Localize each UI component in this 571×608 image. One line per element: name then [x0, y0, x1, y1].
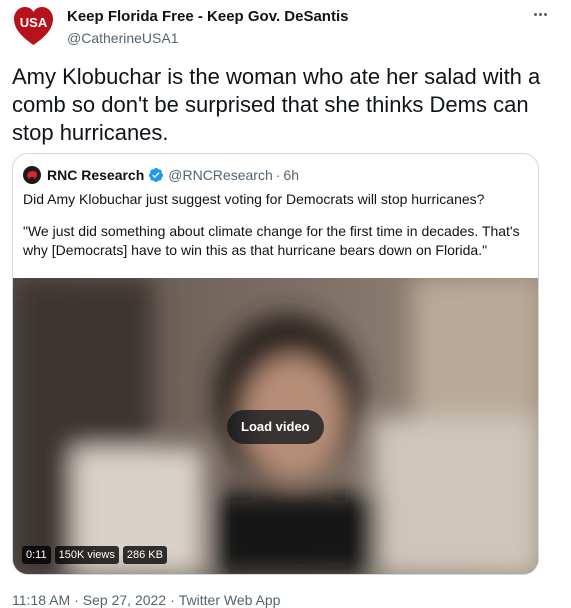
tweet-source: Twitter Web App	[178, 592, 281, 608]
video-badges: 0:11 150K views 286 KB	[22, 546, 167, 564]
meta-separator: ·	[170, 592, 175, 608]
quoted-text-line2: "We just did something about climate cha…	[23, 223, 520, 258]
tweet-text: Amy Klobuchar is the woman who ate her s…	[12, 64, 541, 145]
more-dot	[543, 12, 547, 16]
more-options-button[interactable]	[527, 4, 553, 24]
video-player[interactable]: Load video 0:11 150K views 286 KB	[13, 278, 538, 574]
quoted-separator: ·	[275, 167, 281, 183]
more-dot	[538, 12, 542, 16]
quoted-handle[interactable]: @RNCResearch	[168, 167, 272, 183]
avatar-label: USA	[20, 15, 48, 30]
author-info[interactable]: Keep Florida Free - Keep Gov. DeSantis @…	[67, 8, 348, 47]
elephant-icon	[27, 171, 37, 179]
more-dot	[533, 12, 537, 16]
video-views: 150K views	[54, 546, 119, 564]
author-handle[interactable]: @CatherineUSA1	[67, 29, 348, 47]
video-size: 286 KB	[122, 546, 167, 564]
author-avatar[interactable]: USA	[12, 5, 55, 48]
video-duration: 0:11	[22, 546, 51, 564]
tweet-date[interactable]: Sep 27, 2022	[83, 592, 166, 608]
quoted-text-line1: Did Amy Klobuchar just suggest voting fo…	[23, 191, 485, 207]
quoted-avatar[interactable]	[23, 166, 41, 184]
quoted-timestamp[interactable]: 6h	[283, 167, 299, 183]
tweet-time[interactable]: 11:18 AM	[12, 592, 70, 608]
quoted-text: Did Amy Klobuchar just suggest voting fo…	[23, 190, 528, 273]
verified-badge-icon	[149, 168, 164, 182]
load-video-button[interactable]: Load video	[227, 410, 324, 444]
quoted-display-name[interactable]: RNC Research	[47, 167, 144, 183]
tweet-metadata: 11:18 AM · Sep 27, 2022 · Twitter Web App	[12, 592, 280, 608]
author-display-name[interactable]: Keep Florida Free - Keep Gov. DeSantis	[67, 8, 348, 26]
quoted-tweet[interactable]: RNC Research @RNCResearch · 6h Did Amy K…	[12, 153, 539, 575]
meta-separator: ·	[74, 592, 79, 608]
quoted-header: RNC Research @RNCResearch · 6h	[23, 166, 299, 184]
